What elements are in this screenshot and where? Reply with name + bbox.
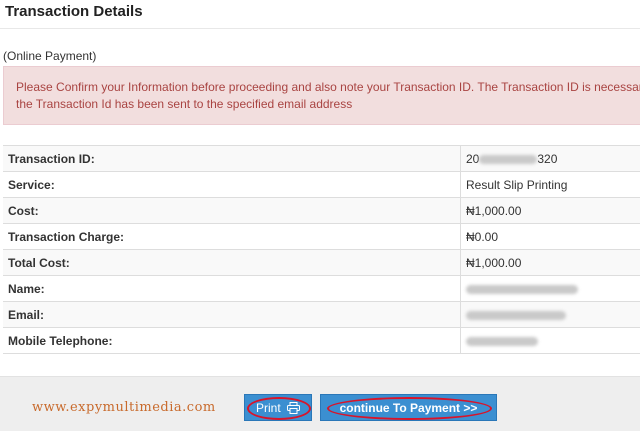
row-label-mobile-telephone: Mobile Telephone:	[3, 328, 461, 354]
alert-line-1: Please Confirm your Information before p…	[16, 79, 640, 96]
email-value-redacted	[461, 302, 640, 328]
row-label-name: Name:	[3, 276, 461, 302]
watermark-text: www.expymultimedia.com	[32, 400, 216, 415]
total-cost-value: ₦1,000.00	[461, 250, 640, 276]
continue-to-payment-button[interactable]: continue To Payment >>	[320, 394, 497, 421]
confirmation-alert: Please Confirm your Information before p…	[3, 66, 640, 125]
cost-value: ₦1,000.00	[461, 198, 640, 224]
row-label-transaction-charge: Transaction Charge:	[3, 224, 461, 250]
transaction-id-value: 20 320	[461, 146, 640, 172]
table-row: Email:	[3, 302, 640, 328]
print-button-content: Print	[256, 401, 300, 415]
redacted-text	[466, 337, 538, 346]
table-row: Cost: ₦1,000.00	[3, 198, 640, 224]
table-row: Mobile Telephone:	[3, 328, 640, 354]
row-label-transaction-id: Transaction ID:	[3, 146, 461, 172]
table-row: Transaction Charge: ₦0.00	[3, 224, 640, 250]
mobile-telephone-value-redacted	[461, 328, 640, 354]
name-value-redacted	[461, 276, 640, 302]
table-row: Service: Result Slip Printing	[3, 172, 640, 198]
printer-icon	[287, 402, 300, 414]
redacted-text	[466, 285, 578, 294]
row-label-cost: Cost:	[3, 198, 461, 224]
title-divider	[0, 28, 640, 29]
transaction-id-suffix: 320	[537, 152, 557, 166]
print-button[interactable]: Print	[244, 394, 312, 421]
transaction-charge-value: ₦0.00	[461, 224, 640, 250]
payment-mode-label: (Online Payment)	[3, 49, 96, 63]
service-value: Result Slip Printing	[461, 172, 640, 198]
transaction-id-redacted	[479, 155, 537, 164]
table-row: Name:	[3, 276, 640, 302]
row-label-total-cost: Total Cost:	[3, 250, 461, 276]
continue-to-payment-label: continue To Payment >>	[340, 401, 478, 415]
transaction-id-prefix: 20	[466, 152, 479, 166]
page-title: Transaction Details	[5, 3, 143, 20]
row-label-email: Email:	[3, 302, 461, 328]
table-row: Total Cost: ₦1,000.00	[3, 250, 640, 276]
print-button-label: Print	[256, 401, 281, 415]
redacted-text	[466, 311, 566, 320]
action-footer: www.expymultimedia.com Print continue To…	[0, 376, 640, 431]
transaction-details-table: Transaction ID: 20 320 Service: Result Sl…	[3, 145, 640, 354]
table-row: Transaction ID: 20 320	[3, 146, 640, 172]
row-label-service: Service:	[3, 172, 461, 198]
alert-line-2: the Transaction Id has been sent to the …	[16, 96, 640, 113]
